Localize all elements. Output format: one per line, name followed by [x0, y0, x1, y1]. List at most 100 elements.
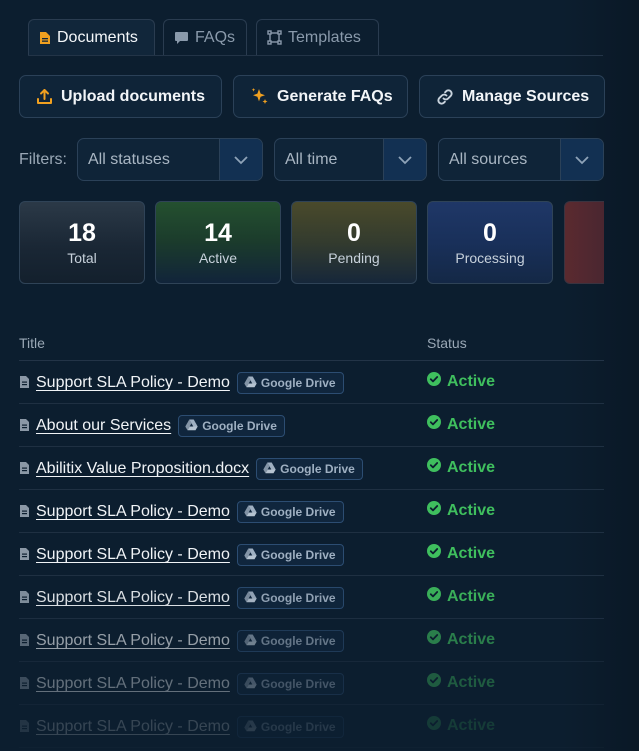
source-badge: Google Drive	[236, 587, 344, 609]
source-badge: Google Drive	[236, 544, 344, 566]
column-header-title: Title	[19, 335, 45, 351]
tab-bar: Documents FAQs Templates	[28, 19, 603, 56]
table-row[interactable]: Support SLA Policy - Demo Google Drive A…	[19, 361, 604, 404]
status-label: Active	[447, 458, 496, 476]
source-filter-value: All sources	[449, 150, 528, 168]
source-filter-select[interactable]: All sources	[438, 138, 604, 181]
file-icon	[19, 547, 30, 566]
chevron-down-icon[interactable]	[560, 139, 603, 180]
status-cell: Active	[427, 415, 495, 434]
time-filter-select[interactable]: All time	[274, 138, 427, 181]
source-badge: Google Drive	[236, 372, 344, 394]
stat-card-total[interactable]: 18 Total	[19, 201, 145, 284]
document-title-link[interactable]: Support SLA Policy - Demo	[36, 718, 230, 736]
tab-label: FAQs	[195, 28, 236, 46]
time-filter-value: All time	[285, 150, 338, 168]
source-badge: Google Drive	[236, 673, 344, 695]
status-label: Active	[447, 372, 496, 390]
document-title-link[interactable]: Support SLA Policy - Demo	[36, 546, 230, 564]
check-circle-icon	[427, 458, 441, 477]
tab-faqs[interactable]: FAQs	[163, 19, 247, 55]
filters-bar: Filters: All statuses All time All sourc…	[19, 138, 604, 181]
tab-label: Documents	[57, 28, 138, 46]
stat-card-active[interactable]: 14 Active	[155, 201, 281, 284]
status-label: Active	[447, 415, 496, 433]
stat-value: 14	[204, 219, 232, 247]
source-badge: Google Drive	[236, 501, 344, 523]
tab-documents[interactable]: Documents	[28, 19, 155, 55]
file-icon	[19, 461, 30, 480]
file-icon	[19, 719, 30, 738]
stats-row: 18 Total 14 Active 0 Pending 0 Processin…	[19, 201, 604, 285]
upload-documents-label: Upload documents	[61, 87, 206, 105]
chevron-down-icon[interactable]	[383, 139, 426, 180]
table-row[interactable]: Support SLA Policy - Demo Google Drive A…	[19, 576, 604, 619]
tab-templates[interactable]: Templates	[256, 19, 379, 55]
file-icon	[19, 375, 30, 394]
stat-card-pending[interactable]: 0 Pending	[291, 201, 417, 284]
source-badge-label: Google Drive	[280, 462, 355, 476]
status-label: Active	[447, 501, 496, 519]
source-badge-label: Google Drive	[260, 505, 336, 519]
status-label: Active	[447, 544, 496, 562]
documents-table: Title Status Support SLA Policy - Demo G…	[19, 330, 604, 748]
source-badge-label: Google Drive	[260, 720, 336, 734]
file-icon	[19, 633, 30, 652]
stat-label: Total	[67, 250, 97, 266]
document-title-link[interactable]: Support SLA Policy - Demo	[36, 589, 230, 607]
manage-sources-button[interactable]: Manage Sources	[419, 75, 605, 118]
file-icon	[19, 676, 30, 695]
tab-label: Templates	[288, 28, 361, 46]
google-drive-icon	[244, 720, 257, 735]
google-drive-icon	[244, 677, 257, 692]
source-badge-label: Google Drive	[260, 677, 336, 691]
check-circle-icon	[427, 673, 441, 692]
check-circle-icon	[427, 630, 441, 649]
template-frame-icon	[267, 30, 282, 45]
status-label: Active	[447, 587, 496, 605]
action-toolbar: Upload documents Generate FAQs Manage So…	[19, 75, 605, 118]
google-drive-icon	[244, 548, 257, 563]
status-cell: Active	[427, 673, 495, 692]
document-title-link[interactable]: Support SLA Policy - Demo	[36, 632, 230, 650]
google-drive-icon	[244, 376, 257, 391]
source-badge-label: Google Drive	[260, 591, 336, 605]
generate-faqs-button[interactable]: Generate FAQs	[233, 75, 408, 118]
table-row[interactable]: Abilitix Value Proposition.docx Google D…	[19, 447, 604, 490]
google-drive-icon	[185, 419, 198, 434]
document-title-link[interactable]: Abilitix Value Proposition.docx	[36, 460, 249, 478]
table-row[interactable]: Support SLA Policy - Demo Google Drive A…	[19, 490, 604, 533]
stat-label: Active	[198, 250, 238, 266]
table-row[interactable]: Support SLA Policy - Demo Google Drive A…	[19, 619, 604, 662]
file-icon	[19, 504, 30, 523]
source-badge-label: Google Drive	[260, 548, 336, 562]
table-row[interactable]: About our Services Google Drive Active	[19, 404, 604, 447]
status-cell: Active	[427, 587, 495, 606]
status-filter-select[interactable]: All statuses	[77, 138, 263, 181]
source-badge: Google Drive	[178, 415, 285, 437]
status-cell: Active	[427, 501, 495, 520]
manage-sources-label: Manage Sources	[462, 87, 590, 105]
google-drive-icon	[244, 591, 257, 606]
stat-card-partial[interactable]	[564, 201, 604, 284]
document-title-link[interactable]: Support SLA Policy - Demo	[36, 503, 230, 521]
document-icon	[39, 31, 51, 45]
filters-label: Filters:	[19, 150, 67, 168]
status-label: Active	[447, 630, 496, 648]
document-title-link[interactable]: Support SLA Policy - Demo	[36, 675, 230, 693]
status-label: Active	[447, 716, 496, 734]
document-title-link[interactable]: About our Services	[36, 417, 171, 435]
stat-card-processing[interactable]: 0 Processing	[427, 201, 553, 284]
file-icon	[19, 590, 30, 609]
table-row[interactable]: Support SLA Policy - Demo Google Drive A…	[19, 705, 604, 748]
chevron-down-icon[interactable]	[219, 139, 262, 180]
check-circle-icon	[427, 544, 441, 563]
table-row[interactable]: Support SLA Policy - Demo Google Drive A…	[19, 533, 604, 576]
source-badge-label: Google Drive	[260, 376, 336, 390]
status-cell: Active	[427, 630, 495, 649]
link-icon	[436, 88, 454, 106]
table-row[interactable]: Support SLA Policy - Demo Google Drive A…	[19, 662, 604, 705]
upload-documents-button[interactable]: Upload documents	[19, 75, 222, 118]
google-drive-icon	[263, 462, 276, 477]
document-title-link[interactable]: Support SLA Policy - Demo	[36, 374, 230, 392]
